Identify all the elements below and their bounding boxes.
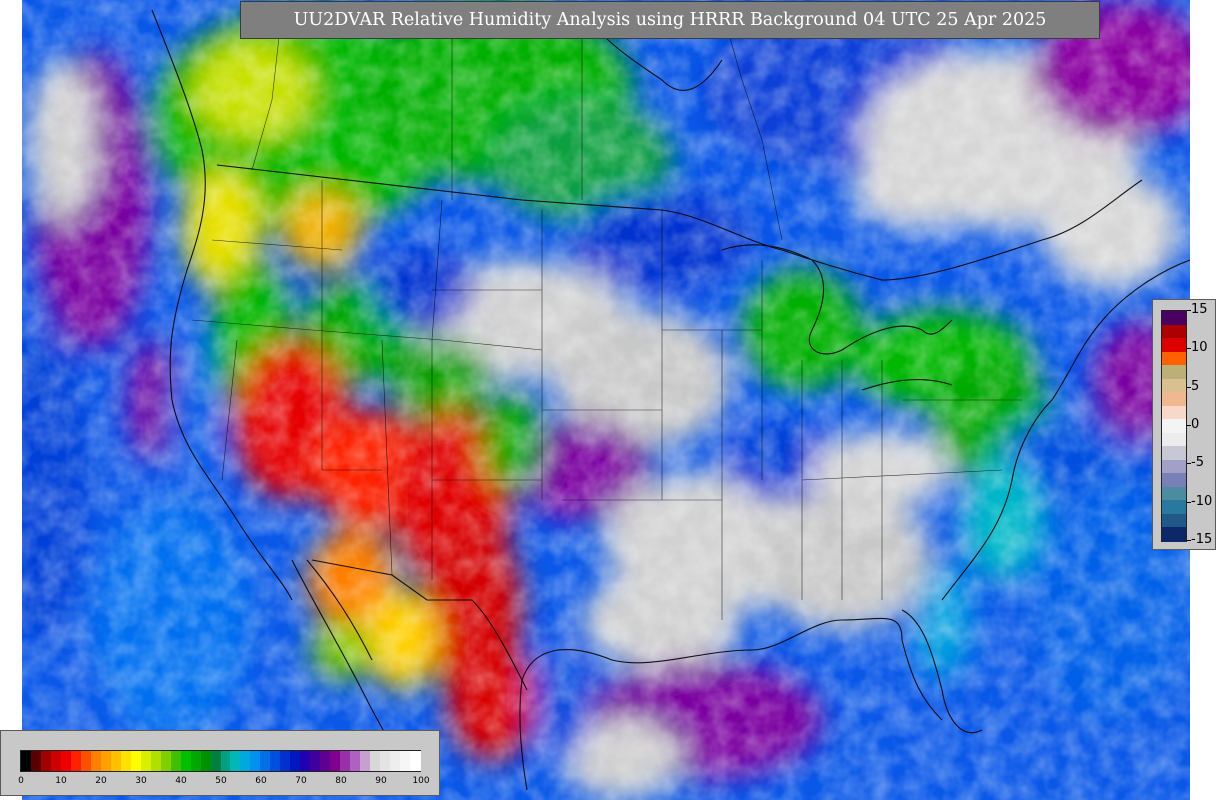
rh-color-swatch: [140, 751, 152, 771]
rh-color-swatch: [340, 751, 351, 771]
anomaly-color-swatch: [1162, 473, 1186, 488]
rh-color-swatch: [250, 751, 261, 771]
rh-color-swatch: [390, 751, 401, 771]
rh-color-swatch: [370, 751, 381, 771]
anomaly-tick-label: -10: [1191, 493, 1213, 509]
map-title-text: UU2DVAR Relative Humidity Analysis using…: [293, 10, 1047, 30]
rh-color-swatch: [310, 751, 321, 771]
rh-color-swatch: [130, 751, 142, 771]
anomaly-color-swatch: [1162, 486, 1186, 501]
rh-color-swatch: [260, 751, 271, 771]
rh-tick-label: 40: [175, 776, 187, 786]
rh-tick-label: 70: [295, 776, 307, 786]
rh-color-swatch: [50, 751, 62, 771]
anomaly-color-swatch: [1162, 432, 1186, 447]
rh-color-swatch: [60, 751, 72, 771]
anomaly-tick-mark: [1187, 310, 1191, 311]
rh-tick-label: 90: [375, 776, 387, 786]
anomaly-color-swatch: [1162, 419, 1186, 434]
rh-color-swatch: [330, 751, 341, 771]
rh-color-swatch: [380, 751, 391, 771]
conus-map-icon: [22, 0, 1190, 800]
anomaly-tick-mark: [1187, 425, 1191, 426]
anomaly-tick-label: -15: [1191, 532, 1213, 547]
rh-tick-label: 10: [55, 776, 67, 786]
anomaly-color-swatch: [1162, 351, 1186, 366]
anomaly-tick-label: 0: [1191, 417, 1200, 432]
rh-tick-label: 80: [335, 776, 347, 786]
rh-tick-label: 100: [412, 776, 430, 786]
anomaly-color-swatch: [1162, 392, 1186, 407]
anomaly-color-swatch: [1162, 338, 1186, 353]
rh-color-swatch: [200, 751, 212, 771]
rh-color-swatch: [110, 751, 122, 771]
rh-colorbar: [20, 750, 421, 772]
anomaly-tick-mark: [1187, 348, 1191, 350]
rh-tick-label: 0: [18, 776, 24, 786]
anomaly-tick-mark: [1187, 463, 1191, 465]
rh-color-swatch: [300, 751, 311, 771]
anomaly-tick-mark: [1187, 540, 1191, 541]
anomaly-color-swatch: [1162, 446, 1186, 461]
rh-legend: 0 10 20 30 40 50 60 70 80 90 100: [0, 730, 440, 796]
anomaly-tick-mark: [1187, 501, 1191, 503]
rh-color-swatch: [30, 751, 42, 771]
anomaly-color-swatch: [1162, 378, 1186, 393]
rh-color-swatch: [290, 751, 301, 771]
rh-color-swatch: [220, 751, 232, 771]
rh-color-swatch: [280, 751, 291, 771]
anomaly-color-swatch: [1162, 500, 1186, 515]
rh-color-swatch: [210, 751, 222, 771]
anomaly-color-swatch: [1162, 324, 1186, 339]
rh-color-swatch: [350, 751, 361, 771]
rh-color-swatch: [170, 751, 182, 771]
anomaly-color-swatch: [1162, 527, 1186, 542]
rh-color-swatch: [80, 751, 92, 771]
rh-color-swatch: [180, 751, 192, 771]
rh-tick-label: 60: [255, 776, 267, 786]
rh-tick-label: 50: [215, 776, 227, 786]
rh-tick-label: 20: [95, 776, 107, 786]
map-title: UU2DVAR Relative Humidity Analysis using…: [240, 1, 1100, 39]
rh-color-swatch: [410, 751, 421, 771]
rh-color-swatch: [100, 751, 112, 771]
anomaly-tick-label: 15: [1191, 302, 1208, 317]
anomaly-tick-mark: [1187, 386, 1191, 388]
rh-color-swatch: [240, 751, 251, 771]
anomaly-color-swatch: [1162, 459, 1186, 474]
rh-color-swatch: [160, 751, 172, 771]
rh-color-swatch: [360, 751, 371, 771]
rh-color-swatch: [190, 751, 202, 771]
rh-color-swatch: [150, 751, 162, 771]
humidity-map: [22, 0, 1190, 800]
anomaly-tick-label: 10: [1191, 340, 1208, 356]
anomaly-tick-label: 5: [1191, 378, 1200, 394]
rh-tick-label: 30: [135, 776, 147, 786]
anomaly-colorbar: [1161, 310, 1187, 542]
rh-color-swatch: [70, 751, 82, 771]
rh-color-swatch: [120, 751, 132, 771]
rh-color-swatch: [40, 751, 52, 771]
rh-color-swatch: [90, 751, 102, 771]
rh-color-swatch: [400, 751, 411, 771]
anomaly-color-swatch: [1162, 311, 1186, 326]
rh-color-swatch: [320, 751, 331, 771]
anomaly-color-swatch: [1162, 513, 1186, 529]
anomaly-color-swatch: [1162, 365, 1186, 380]
anomaly-color-swatch: [1162, 405, 1186, 420]
anomaly-tick-label: -5: [1191, 455, 1204, 471]
anomaly-legend: 15 10 5 0 -5 -10 -15: [1152, 299, 1216, 550]
rh-color-swatch: [230, 751, 242, 771]
rh-color-swatch: [270, 751, 281, 771]
rh-color-swatch: [21, 751, 32, 771]
rh-analysis-viewer: UU2DVAR Relative Humidity Analysis using…: [0, 0, 1216, 800]
